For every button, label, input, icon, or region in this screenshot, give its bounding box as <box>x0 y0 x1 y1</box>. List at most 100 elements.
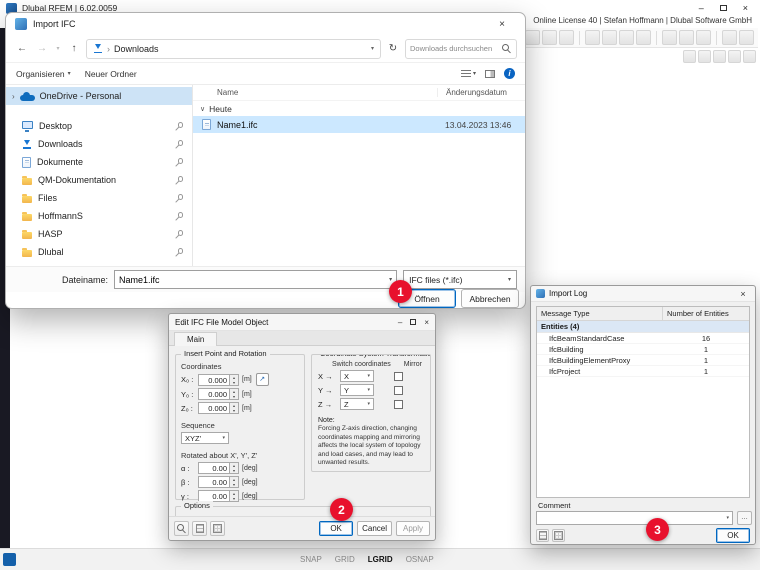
mirror-x-checkbox[interactable] <box>394 371 403 381</box>
help-icon[interactable]: i <box>504 68 515 79</box>
toolbar-icon[interactable] <box>636 30 651 45</box>
copy-tool-button[interactable] <box>552 528 565 542</box>
history-chevron-icon[interactable]: ▾ <box>54 45 62 52</box>
ok-button[interactable]: OK <box>319 521 354 536</box>
toolbar-icon[interactable] <box>698 50 711 63</box>
toolbar-icon[interactable] <box>559 30 574 45</box>
toolbar-icon[interactable] <box>619 30 634 45</box>
spinner-down-icon[interactable]: ▾ <box>230 408 238 413</box>
ok-button[interactable]: OK <box>716 527 750 543</box>
search-tool-button[interactable] <box>174 521 189 536</box>
toolbar-icon[interactable] <box>542 30 557 45</box>
pin-icon[interactable] <box>173 211 183 221</box>
close-icon[interactable]: × <box>488 19 516 30</box>
log-row[interactable]: IfcBeamStandardCase 16 <box>537 333 749 344</box>
pick-point-button[interactable]: ↗ <box>255 373 269 386</box>
osnap-toggle[interactable]: OSNAP <box>406 555 434 564</box>
toolbar-icon[interactable] <box>743 50 756 63</box>
log-row[interactable]: IfcBuildingElementProxy 1 <box>537 355 749 366</box>
spinner[interactable]: ▴ ▾ <box>230 462 239 474</box>
toolbar-icon[interactable] <box>739 30 754 45</box>
column-header-date[interactable]: Änderungsdatum <box>437 88 507 97</box>
search-box[interactable] <box>405 38 517 59</box>
sidebar-item-onedrive[interactable]: › OneDrive - Personal <box>6 87 192 105</box>
snap-toggle[interactable]: SNAP <box>300 555 322 564</box>
spinner-down-icon[interactable]: ▾ <box>230 482 238 487</box>
spinner-down-icon[interactable]: ▾ <box>230 380 238 385</box>
log-row[interactable]: IfcBuilding 1 <box>537 344 749 355</box>
apply-button[interactable]: Apply <box>396 521 430 536</box>
pin-icon[interactable] <box>173 175 183 185</box>
grid-toggle[interactable]: GRID <box>335 555 355 564</box>
toolbar-icon[interactable] <box>696 30 711 45</box>
toolbar-icon[interactable] <box>728 50 741 63</box>
toolbar-icon[interactable] <box>713 50 726 63</box>
view-options-button[interactable]: ▾ <box>460 69 476 78</box>
address-chevron-icon[interactable]: ▾ <box>371 45 374 52</box>
minimize-icon[interactable]: – <box>699 1 704 15</box>
sidebar-item-qm-dokumentation[interactable]: QM-Dokumentation <box>6 171 192 189</box>
group-header-heute[interactable]: ∨ Heute <box>193 101 525 116</box>
toolbar-icon[interactable] <box>602 30 617 45</box>
organize-menu[interactable]: Organisieren ▾ <box>16 69 71 79</box>
x0-input[interactable]: 0.000 <box>198 373 230 386</box>
pin-icon[interactable] <box>173 193 183 203</box>
new-folder-button[interactable]: Neuer Ordner <box>85 69 137 79</box>
pin-icon[interactable] <box>173 247 183 257</box>
pin-icon[interactable] <box>173 157 183 167</box>
pin-icon[interactable] <box>173 121 183 131</box>
toolbar-icon[interactable] <box>679 30 694 45</box>
sequence-combobox[interactable]: XYZ' ▾ <box>181 432 229 444</box>
comment-edit-button[interactable]: … <box>737 511 752 525</box>
alpha-input[interactable]: 0.00 <box>198 462 230 474</box>
toolbar-icon[interactable] <box>525 30 540 45</box>
sidebar-item-desktop[interactable]: Desktop <box>6 117 192 135</box>
close-icon[interactable]: × <box>736 289 750 299</box>
comment-combobox[interactable]: ▾ <box>536 511 733 525</box>
pin-icon[interactable] <box>173 229 183 239</box>
column-header-count[interactable]: Number of Entities <box>663 307 749 320</box>
forward-icon[interactable]: → <box>34 43 50 54</box>
table-tool-button[interactable] <box>210 521 225 536</box>
spinner-down-icon[interactable]: ▾ <box>230 394 238 399</box>
switch-x-combobox[interactable]: X ▾ <box>340 370 374 382</box>
preview-pane-button[interactable] <box>485 69 495 78</box>
file-row[interactable]: Name1.ifc 13.04.2023 13:46 <box>193 116 525 133</box>
switch-z-combobox[interactable]: Z ▾ <box>340 398 374 410</box>
pin-icon[interactable] <box>173 139 183 149</box>
cancel-button[interactable]: Cancel <box>357 521 392 536</box>
column-header-message-type[interactable]: Message Type <box>537 307 663 320</box>
spinner[interactable]: ▴ ▾ <box>230 402 239 414</box>
save-tool-button[interactable] <box>536 528 549 542</box>
spinner[interactable]: ▴ ▾ <box>230 490 239 502</box>
switch-y-combobox[interactable]: Y ▾ <box>340 384 374 396</box>
minimize-icon[interactable]: – <box>398 318 402 327</box>
filename-input[interactable] <box>115 274 390 285</box>
tab-main[interactable]: Main <box>174 332 218 346</box>
log-row[interactable]: IfcProject 1 <box>537 366 749 377</box>
beta-input[interactable]: 0.00 <box>198 476 230 488</box>
close-icon[interactable]: × <box>743 1 748 15</box>
refresh-icon[interactable]: ↻ <box>385 43 401 54</box>
lgrid-toggle[interactable]: LGRID <box>368 555 393 564</box>
sidebar-item-dlubal[interactable]: Dlubal <box>6 243 192 261</box>
toolbar-icon[interactable] <box>683 50 696 63</box>
column-header-name[interactable]: Name <box>193 88 437 97</box>
sidebar-item-hoffmanns[interactable]: HoffmannS <box>6 207 192 225</box>
panel-toggle-icon[interactable] <box>3 553 16 566</box>
breadcrumb[interactable]: Downloads <box>114 44 159 54</box>
search-input[interactable] <box>410 44 499 53</box>
spinner-down-icon[interactable]: ▾ <box>230 496 238 501</box>
mirror-y-checkbox[interactable] <box>394 385 403 395</box>
sidebar-item-files[interactable]: Files <box>6 189 192 207</box>
notes-tool-button[interactable] <box>192 521 207 536</box>
toolbar-icon[interactable] <box>662 30 677 45</box>
chevron-right-icon[interactable]: › <box>12 92 15 101</box>
mirror-z-checkbox[interactable] <box>394 399 403 409</box>
sidebar-item-hasp[interactable]: HASP <box>6 225 192 243</box>
up-icon[interactable]: ↑ <box>66 43 82 54</box>
log-group-row[interactable]: Entities (4) <box>537 321 749 333</box>
spinner[interactable]: ▴ ▾ <box>230 476 239 488</box>
z0-input[interactable]: 0.000 <box>198 402 230 414</box>
filetype-combobox[interactable]: IFC files (*.ifc) ▾ <box>403 270 517 289</box>
